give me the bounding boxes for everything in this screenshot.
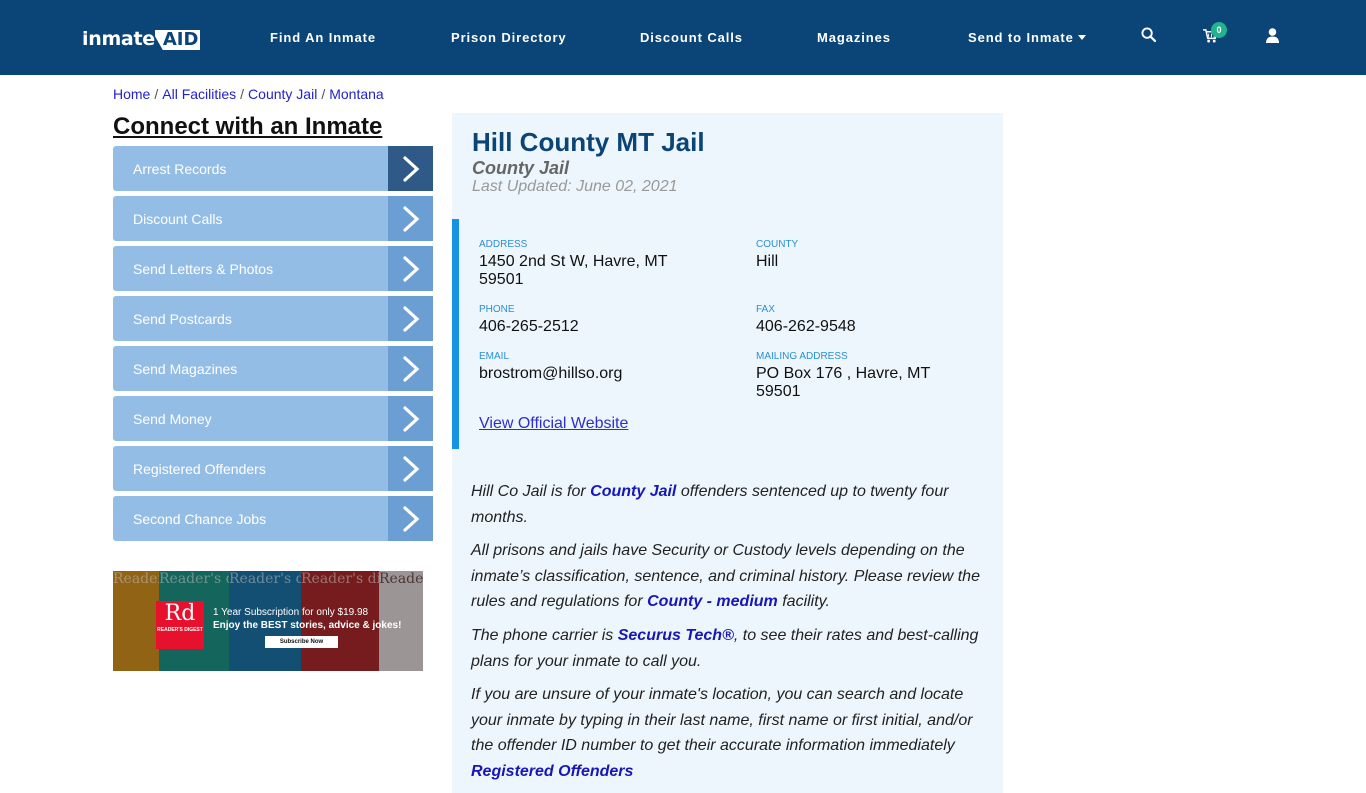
county-jail-link[interactable]: County Jail — [590, 483, 676, 500]
breadcrumb-montana[interactable]: Montana — [329, 86, 383, 102]
sidebar-item-send-magazines[interactable]: Send Magazines — [113, 346, 433, 391]
breadcrumb-separator: / — [321, 86, 326, 102]
rd-monogram: Rd — [164, 601, 196, 626]
sidebar-title: Connect with an Inmate — [113, 113, 383, 140]
email-value: brostrom@hillso.org — [479, 365, 623, 382]
county-label: COUNTY — [756, 239, 799, 250]
top-navbar: inmate AID Find An Inmate Prison Directo… — [0, 0, 1366, 75]
breadcrumb-separator: / — [154, 86, 159, 102]
sidebar-item-label: Send Postcards — [133, 310, 232, 327]
caret-down-icon — [1077, 35, 1086, 40]
chevron-right-icon — [388, 496, 433, 541]
sidebar-item-second-chance-jobs[interactable]: Second Chance Jobs — [113, 496, 433, 541]
sidebar-item-label: Send Letters & Photos — [133, 260, 274, 277]
nav-find-an-inmate[interactable]: Find An Inmate — [270, 30, 376, 45]
description-paragraph: The phone carrier is Securus Tech®, to s… — [471, 626, 979, 670]
sidebar-item-send-letters-photos[interactable]: Send Letters & Photos — [113, 246, 433, 291]
cart-count-badge: 0 — [1211, 22, 1227, 38]
description-paragraph: If you are unsure of your inmate's locat… — [471, 686, 973, 780]
sidebar-item-send-money[interactable]: Send Money — [113, 396, 433, 441]
sidebar-item-label: Send Money — [133, 410, 212, 427]
address-label: ADDRESS — [479, 239, 528, 250]
county-medium-link[interactable]: County - medium — [647, 593, 778, 610]
inmateaid-logo[interactable]: inmate AID — [82, 26, 201, 50]
view-official-website-link[interactable]: View Official Website — [479, 415, 628, 433]
nav-send-to-inmate[interactable]: Send to Inmate — [968, 30, 1086, 45]
county-field: COUNTY Hill — [756, 239, 986, 271]
ad-offer-text: 1 Year Subscription for only $19.98 — [213, 607, 369, 618]
rd-brand-name: READER'S DIGEST — [157, 627, 203, 633]
sidebar-item-registered-offenders[interactable]: Registered Offenders — [113, 446, 433, 491]
fax-field: FAX 406-262-9548 — [756, 304, 986, 336]
sidebar-item-label: Discount Calls — [133, 210, 223, 227]
facility-title: Hill County MT Jail — [472, 127, 705, 157]
breadcrumb-county-jail[interactable]: County Jail — [248, 86, 317, 102]
user-icon[interactable] — [1266, 28, 1279, 48]
email-field: EMAIL brostrom@hillso.org — [479, 351, 709, 383]
fax-value: 406-262-9548 — [756, 318, 856, 335]
sidebar-item-send-postcards[interactable]: Send Postcards — [113, 296, 433, 341]
registered-offenders-link[interactable]: Registered Offenders — [471, 763, 633, 780]
facility-description: Hill Co Jail is for County Jail offender… — [471, 479, 991, 793]
facility-info-box: ADDRESS 1450 2nd St W, Havre, MT 59501 C… — [452, 219, 1003, 449]
nav-discount-calls[interactable]: Discount Calls — [640, 30, 743, 45]
description-paragraph: Hill Co Jail is for County Jail offender… — [471, 483, 949, 526]
sidebar-item-label: Registered Offenders — [133, 460, 266, 477]
breadcrumb-home[interactable]: Home — [113, 86, 150, 102]
chevron-right-icon — [388, 196, 433, 241]
phone-value: 406-265-2512 — [479, 318, 579, 335]
facility-panel: Hill County MT Jail County Jail Last Upd… — [452, 113, 1003, 793]
nav-send-to-inmate-label: Send to Inmate — [968, 30, 1074, 45]
logo-accent: AID — [154, 30, 201, 50]
subscribe-now-button[interactable]: Subscribe Now — [265, 636, 338, 648]
address-field: ADDRESS 1450 2nd St W, Havre, MT 59501 — [479, 239, 689, 289]
facility-type: County Jail — [472, 158, 570, 178]
phone-field: PHONE 406-265-2512 — [479, 304, 709, 336]
sidebar-item-label: Second Chance Jobs — [133, 510, 267, 527]
logo-text: inmate — [82, 28, 155, 50]
sidebar-item-discount-calls[interactable]: Discount Calls — [113, 196, 433, 241]
chevron-right-icon — [388, 396, 433, 441]
ad-tagline: Enjoy the BEST stories, advice & jokes! — [213, 620, 402, 631]
breadcrumb: Home / All Facilities / County Jail / Montana — [113, 86, 384, 102]
chevron-right-icon — [388, 246, 433, 291]
email-label: EMAIL — [479, 351, 510, 362]
breadcrumb-separator: / — [240, 86, 245, 102]
chevron-right-icon — [388, 446, 433, 491]
readers-digest-logo: Rd READER'S DIGEST — [156, 601, 204, 649]
chevron-right-icon — [388, 346, 433, 391]
sidebar-item-label: Arrest Records — [133, 160, 227, 177]
county-value: Hill — [756, 253, 779, 270]
last-updated: Last Updated: June 02, 2021 — [472, 178, 678, 195]
description-paragraph: All prisons and jails have Security or C… — [471, 542, 980, 611]
readers-digest-ad-banner[interactable]: Reader's digest Reader's digest Reader's… — [113, 571, 423, 671]
securus-tech-link[interactable]: Securus Tech® — [618, 627, 734, 644]
mailing-address-value: PO Box 176 , Havre, MT 59501 — [756, 365, 930, 400]
search-icon[interactable] — [1141, 27, 1157, 47]
phone-label: PHONE — [479, 304, 515, 315]
sidebar-menu: Arrest Records Discount Calls Send Lette… — [113, 146, 433, 546]
breadcrumb-all-facilities[interactable]: All Facilities — [162, 86, 236, 102]
nav-magazines[interactable]: Magazines — [817, 30, 891, 45]
sidebar-item-label: Send Magazines — [133, 360, 238, 377]
chevron-right-icon — [388, 296, 433, 341]
fax-label: FAX — [756, 304, 775, 315]
address-value: 1450 2nd St W, Havre, MT 59501 — [479, 253, 668, 288]
mailing-address-field: MAILING ADDRESS PO Box 176 , Havre, MT 5… — [756, 351, 956, 401]
nav-prison-directory[interactable]: Prison Directory — [451, 30, 567, 45]
mailing-address-label: MAILING ADDRESS — [756, 351, 848, 362]
sidebar-item-arrest-records[interactable]: Arrest Records — [113, 146, 433, 191]
chevron-right-icon — [388, 146, 433, 191]
